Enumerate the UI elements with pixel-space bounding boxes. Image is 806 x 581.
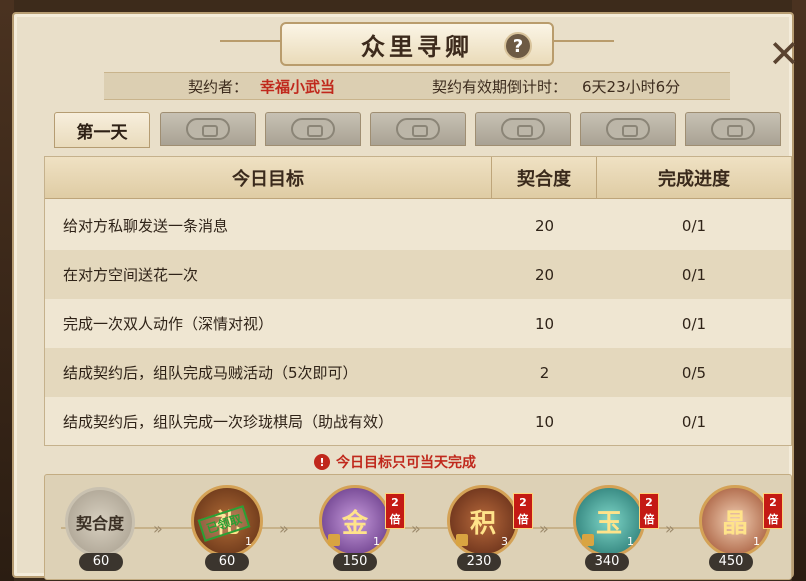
lock-icon [186,118,230,140]
notice: ! 今日目标只可当天完成 [314,452,476,472]
exclamation-icon: ! [314,454,330,470]
background-right [792,0,806,581]
tab-day-1[interactable]: 第一天 [54,112,150,148]
day-tabs: 第一天 [54,112,784,148]
arrow-icon: » [279,519,289,538]
goal-text: 在对方空间送花一次 [63,266,199,284]
tab-day-6[interactable] [580,112,676,146]
goal-text: 完成一次双人动作（深情对视） [63,315,274,333]
table-row: 在对方空间送花一次 20 0/1 [45,250,791,299]
goal-progress: 0/1 [681,265,707,284]
jade-ornament-icon: 玉 [595,508,622,539]
goal-score: 20 [534,216,555,235]
affinity-label: 契合度 [75,514,124,533]
reward-item-2[interactable]: 金 1 [319,485,391,557]
tab-day-3[interactable] [265,112,361,146]
table-row: 结成契约后，组队完成一次珍珑棋局（助战有效） 10 0/1 [45,397,791,446]
arrow-icon: » [153,519,163,538]
close-button[interactable]: ✕ [766,35,802,73]
lock-icon [711,118,755,140]
reward-count: 1 [753,535,760,548]
contract-panel: 众里寻卿 ? ✕ 契约者： 幸福小武当 契约有效期倒计时： 6天23小时6分 第… [12,12,800,580]
reward-count: 1 [627,535,634,548]
reward-item-5[interactable]: 晶 1 [699,485,771,557]
lock-icon [456,534,468,546]
goal-text: 结成契约后，组队完成马贼活动（5次即可） [63,364,358,382]
contract-info-bar: 契约者： 幸福小武当 契约有效期倒计时： 6天23小时6分 [104,72,730,100]
lock-icon [396,118,440,140]
goal-progress: 0/5 [681,363,707,382]
double-tag: 2倍 [513,493,533,529]
table-row: 结成契约后，组队完成马贼活动（5次即可） 2 0/5 [45,348,791,397]
goal-score: 2 [539,363,550,382]
header-progress: 完成进度 [658,169,730,190]
gold-ingot-icon: 金 [341,508,368,539]
reward-count: 1 [245,535,252,548]
reward-count: 1 [373,535,380,548]
double-tag: 2倍 [385,493,405,529]
lock-icon [501,118,545,140]
goals-table: 今日目标 契合度 完成进度 给对方私聊发送一条消息 20 0/1 在对方空间送花… [44,156,792,446]
goal-progress: 0/1 [681,314,707,333]
reward-threshold: 230 [457,553,501,571]
header-score: 契合度 [492,157,597,199]
arrow-icon: » [665,519,675,538]
countdown-value: 6天23小时6分 [582,77,681,96]
crystal-icon: 晶 [721,508,748,539]
tab-label: 第一天 [76,122,128,143]
countdown-label: 契约有效期倒计时： [432,77,568,96]
affinity-node: 契合度 [65,487,135,557]
points-chest-icon: 积 [469,508,496,539]
reward-item-4[interactable]: 玉 1 [573,485,645,557]
goal-score: 10 [534,314,555,333]
goal-score: 10 [534,412,555,431]
reward-count: 3 [501,535,508,548]
page-title: 众里寻卿 [361,31,473,61]
double-tag: 2倍 [639,493,659,529]
lock-icon [582,534,594,546]
reward-item-1[interactable]: 礼 已领取 1 [191,485,263,557]
lock-icon [328,534,340,546]
tab-day-2[interactable] [160,112,256,146]
header-goal: 今日目标 [45,157,492,199]
table-header: 今日目标 契合度 完成进度 [45,157,791,199]
reward-bar: 契合度 60 » 礼 已领取 1 60 » 金 1 2倍 150 » 积 3 2… [44,474,792,580]
reward-threshold: 150 [333,553,377,571]
reward-item-3[interactable]: 积 3 [447,485,519,557]
affinity-value: 60 [79,553,123,571]
lock-icon [291,118,335,140]
reward-threshold: 60 [205,553,249,571]
double-tag: 2倍 [763,493,783,529]
goal-progress: 0/1 [681,412,707,431]
table-row: 给对方私聊发送一条消息 20 0/1 [45,201,791,250]
reward-threshold: 340 [585,553,629,571]
arrow-icon: » [539,519,549,538]
arrow-icon: » [411,519,421,538]
tab-day-4[interactable] [370,112,466,146]
notice-text: 今日目标只可当天完成 [336,455,476,471]
contractor-label: 契约者： [188,77,249,96]
lock-icon [606,118,650,140]
goal-text: 结成契约后，组队完成一次珍珑棋局（助战有效） [63,413,394,431]
tab-day-7[interactable] [685,112,781,146]
reward-threshold: 450 [709,553,753,571]
contractor-name: 幸福小武当 [260,77,336,96]
goal-text: 给对方私聊发送一条消息 [63,217,229,235]
tab-day-5[interactable] [475,112,571,146]
table-row: 完成一次双人动作（深情对视） 10 0/1 [45,299,791,348]
help-button[interactable]: ? [504,32,532,60]
goal-progress: 0/1 [681,216,707,235]
goal-score: 20 [534,265,555,284]
